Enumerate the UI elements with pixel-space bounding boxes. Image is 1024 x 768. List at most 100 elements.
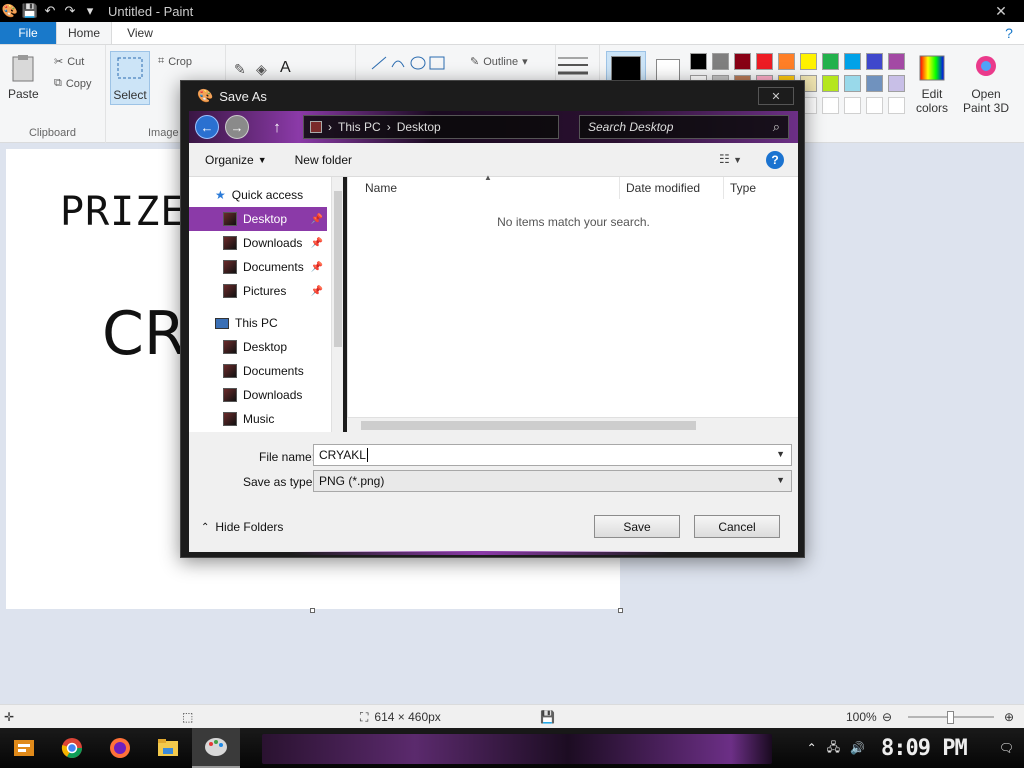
open-paint3d-button[interactable]: Open Paint 3D [962, 53, 1010, 115]
palette-swatch[interactable] [712, 53, 729, 70]
breadcrumb-desktop[interactable]: Desktop [397, 120, 441, 134]
cancel-button[interactable]: Cancel [694, 515, 780, 538]
nav-quick-access[interactable]: ★ Quick access [189, 183, 327, 207]
nav-quick-pictures[interactable]: Pictures 📌 [189, 279, 327, 303]
zoom-out-button[interactable]: ⊖ [882, 705, 892, 729]
fill-icon[interactable]: ◈ [256, 61, 267, 78]
scrollbar-thumb[interactable] [361, 421, 696, 430]
canvas-resize-handle-corner[interactable] [618, 608, 623, 613]
palette-swatch[interactable] [866, 53, 883, 70]
nav-quick-downloads[interactable]: Downloads 📌 [189, 231, 327, 255]
ribbon-help-icon[interactable]: ? [994, 22, 1024, 44]
scrollbar-thumb[interactable] [334, 191, 342, 347]
tab-home[interactable]: Home [56, 22, 112, 44]
crop-button[interactable]: ⌗ Crop [158, 55, 192, 68]
palette-swatch[interactable] [888, 53, 905, 70]
palette-swatch[interactable] [756, 53, 773, 70]
nav-pc-downloads[interactable]: Downloads [189, 383, 327, 407]
taskbar-firefox[interactable] [96, 728, 144, 768]
select-button[interactable]: Select [110, 51, 150, 105]
line-size-icon[interactable] [556, 55, 590, 81]
customize-quick-access-icon[interactable]: ▾ [80, 0, 100, 22]
copy-button[interactable]: ⧉ Copy [54, 77, 92, 90]
pencil-icon[interactable]: ✎ [234, 61, 246, 78]
zoom-slider-thumb[interactable] [947, 711, 954, 724]
search-icon[interactable]: ⌕ [773, 119, 780, 135]
navigation-pane-scrollbar[interactable] [331, 177, 343, 432]
palette-swatch[interactable] [822, 75, 839, 92]
notifications-icon[interactable]: 🗨 [999, 741, 1014, 755]
pin-icon[interactable]: 📌 [311, 238, 323, 249]
nav-this-pc[interactable]: This PC [189, 311, 327, 335]
chevron-down-icon[interactable]: ▼ [776, 449, 785, 459]
palette-swatch[interactable] [844, 75, 861, 92]
custom-color-slot[interactable] [844, 97, 861, 114]
breadcrumb-this-pc[interactable]: This PC [338, 120, 381, 134]
pin-icon[interactable]: 📌 [311, 286, 323, 297]
palette-swatch[interactable] [822, 53, 839, 70]
pin-icon[interactable]: 📌 [311, 214, 323, 225]
save-icon[interactable]: 💾 [20, 0, 40, 22]
custom-color-slot[interactable] [822, 97, 839, 114]
cut-button[interactable]: ✂ Cut [54, 55, 84, 69]
palette-swatch[interactable] [844, 53, 861, 70]
new-folder-button[interactable]: New folder [295, 153, 352, 167]
nav-pc-desktop[interactable]: Desktop [189, 335, 327, 359]
nav-pc-documents[interactable]: Documents [189, 359, 327, 383]
volume-icon[interactable]: 🔊 [850, 741, 865, 755]
file-name-input[interactable]: CRYAKL ▼ [313, 444, 792, 466]
palette-swatch[interactable] [888, 75, 905, 92]
text-icon[interactable]: A [280, 59, 291, 77]
organize-button[interactable]: Organize ▼ [205, 153, 267, 167]
taskbar-clock[interactable]: 8:09 PM [881, 736, 968, 761]
palette-swatch[interactable] [734, 53, 751, 70]
help-button[interactable]: ? [766, 151, 784, 169]
undo-icon[interactable]: ↶ [40, 0, 60, 22]
nav-quick-documents[interactable]: Documents 📌 [189, 255, 327, 279]
outline-button[interactable]: ✎ Outline ▾ [470, 55, 528, 69]
column-header-date-modified[interactable]: Date modified [620, 177, 724, 199]
file-list-horizontal-scrollbar[interactable] [347, 417, 798, 432]
palette-swatch[interactable] [690, 53, 707, 70]
up-button[interactable]: ↑ [265, 115, 289, 139]
save-as-type-label: Save as type: [243, 475, 316, 489]
hide-folders-button[interactable]: ⌃ Hide Folders [201, 520, 283, 534]
search-input[interactable]: Search Desktop ⌕ [579, 115, 789, 139]
custom-color-slot[interactable] [888, 97, 905, 114]
palette-swatch[interactable] [778, 53, 795, 70]
pin-icon[interactable]: 📌 [311, 262, 323, 273]
show-hidden-icons-icon[interactable]: ⌃ [807, 741, 817, 755]
tab-view[interactable]: View [112, 22, 168, 44]
taskbar-paint[interactable] [192, 728, 240, 768]
window-close-icon[interactable]: ✕ [978, 0, 1024, 22]
redo-icon[interactable]: ↷ [60, 0, 80, 22]
network-icon[interactable]: 🖧 [827, 738, 840, 759]
taskbar-file-explorer[interactable] [144, 728, 192, 768]
palette-swatch[interactable] [800, 53, 817, 70]
start-button[interactable] [0, 728, 48, 768]
paint-app-icon[interactable]: 🎨 [0, 0, 20, 22]
back-button[interactable]: ← [195, 115, 219, 139]
forward-button[interactable]: → [225, 115, 249, 139]
edit-colors-button[interactable]: Edit colors [912, 53, 952, 115]
nav-pc-music[interactable]: Music [189, 407, 327, 431]
taskbar-theme-decoration [262, 734, 772, 764]
paste-button[interactable]: Paste [8, 53, 39, 101]
palette-swatch[interactable] [866, 75, 883, 92]
tab-file[interactable]: File [0, 22, 56, 44]
nav-label: Pictures [243, 284, 287, 298]
save-as-type-select[interactable]: PNG (*.png) ▼ [313, 470, 792, 492]
breadcrumb[interactable]: › This PC › Desktop [303, 115, 559, 139]
change-view-button[interactable]: ☷ ▼ [719, 152, 742, 166]
taskbar-chrome[interactable] [48, 728, 96, 768]
dialog-close-button[interactable]: ✕ [758, 87, 794, 105]
column-header-type[interactable]: Type [724, 177, 799, 199]
zoom-in-button[interactable]: ⊕ [1004, 705, 1014, 729]
save-button[interactable]: Save [594, 515, 680, 538]
custom-color-slot[interactable] [866, 97, 883, 114]
star-icon: ★ [215, 188, 226, 202]
shapes-gallery-icon[interactable] [368, 53, 458, 73]
nav-quick-access-label: Quick access [231, 188, 304, 202]
nav-quick-desktop[interactable]: Desktop 📌 [189, 207, 327, 231]
canvas-resize-handle-bottom[interactable] [310, 608, 315, 613]
